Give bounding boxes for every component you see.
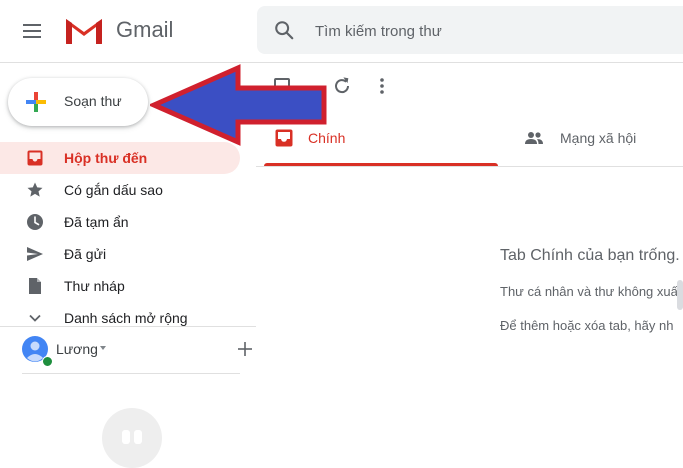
gmail-brand-text: Gmail [116,17,174,42]
top-header: Gmail [0,0,683,63]
chevron-down-icon [29,314,41,322]
sidebar-item-snoozed[interactable]: Đã tạm ẩn [0,206,240,238]
empty-state-hint: Để thêm hoặc xóa tab, hãy nh [500,318,674,333]
tab-active-indicator [264,163,498,166]
tab-social[interactable]: Mạng xã hội [522,110,683,166]
more-options-icon[interactable] [372,76,392,96]
search-input[interactable] [313,16,677,46]
select-all-checkbox[interactable] [274,78,290,94]
sidebar-item-inbox[interactable]: Hộp thư đến [0,142,240,174]
hangouts-divider [22,373,240,374]
scrollbar[interactable] [677,280,683,310]
sidebar-item-label: Đã gửi [64,246,107,262]
compose-label: Soạn thư [64,93,122,109]
hangouts-user[interactable]: Lương [22,334,262,367]
tab-label: Chính [308,130,346,146]
sidebar-item-starred[interactable]: Có gắn dấu sao [0,174,240,206]
hangouts-placeholder-icon [102,408,162,468]
sidebar-item-label: Hộp thư đến [64,150,148,166]
tab-label: Mạng xã hội [560,130,637,146]
clock-icon [27,214,43,230]
people-icon [525,132,543,144]
sidebar-item-drafts[interactable]: Thư nháp [0,270,240,302]
compose-plus-icon [26,92,46,112]
search-icon[interactable] [273,19,295,41]
category-tabs: Chính Mạng xã hội [256,110,683,167]
online-status-icon [42,356,53,367]
quote-mark-icon [134,430,142,444]
draft-icon [29,278,41,294]
quote-mark-icon [122,430,130,444]
main-menu-button[interactable] [18,17,46,45]
caret-down-icon[interactable] [100,346,106,350]
empty-state-description: Thư cá nhân và thư không xuấ [500,284,678,299]
sidebar-item-sent[interactable]: Đã gửi [0,238,240,270]
add-contact-icon[interactable] [236,340,254,358]
star-icon [27,182,43,197]
sidebar-item-label: Thư nháp [64,278,125,294]
sidebar-divider [0,326,256,327]
inbox-icon [27,150,43,166]
send-icon [27,247,43,261]
refresh-icon[interactable] [332,76,352,96]
search-bar[interactable] [257,6,683,54]
empty-state-title: Tab Chính của bạn trống. [500,247,680,264]
mail-toolbar [256,62,683,110]
hangouts-user-name: Lương [56,341,98,357]
tab-primary[interactable]: Chính [264,110,498,166]
sidebar-item-more[interactable]: Danh sách mở rộng [0,302,240,334]
gmail-logo-icon[interactable] [64,14,104,46]
compose-button[interactable]: Soạn thư [8,78,148,126]
sidebar-nav: Hộp thư đến Có gắn dấu sao Đã tạm ẩn Đã … [0,142,256,334]
inbox-icon [275,129,293,147]
sidebar-item-label: Có gắn dấu sao [64,182,163,198]
sidebar-item-label: Đã tạm ẩn [64,214,129,230]
sidebar-item-label: Danh sách mở rộng [64,310,188,326]
hamburger-menu-icon [23,24,41,38]
